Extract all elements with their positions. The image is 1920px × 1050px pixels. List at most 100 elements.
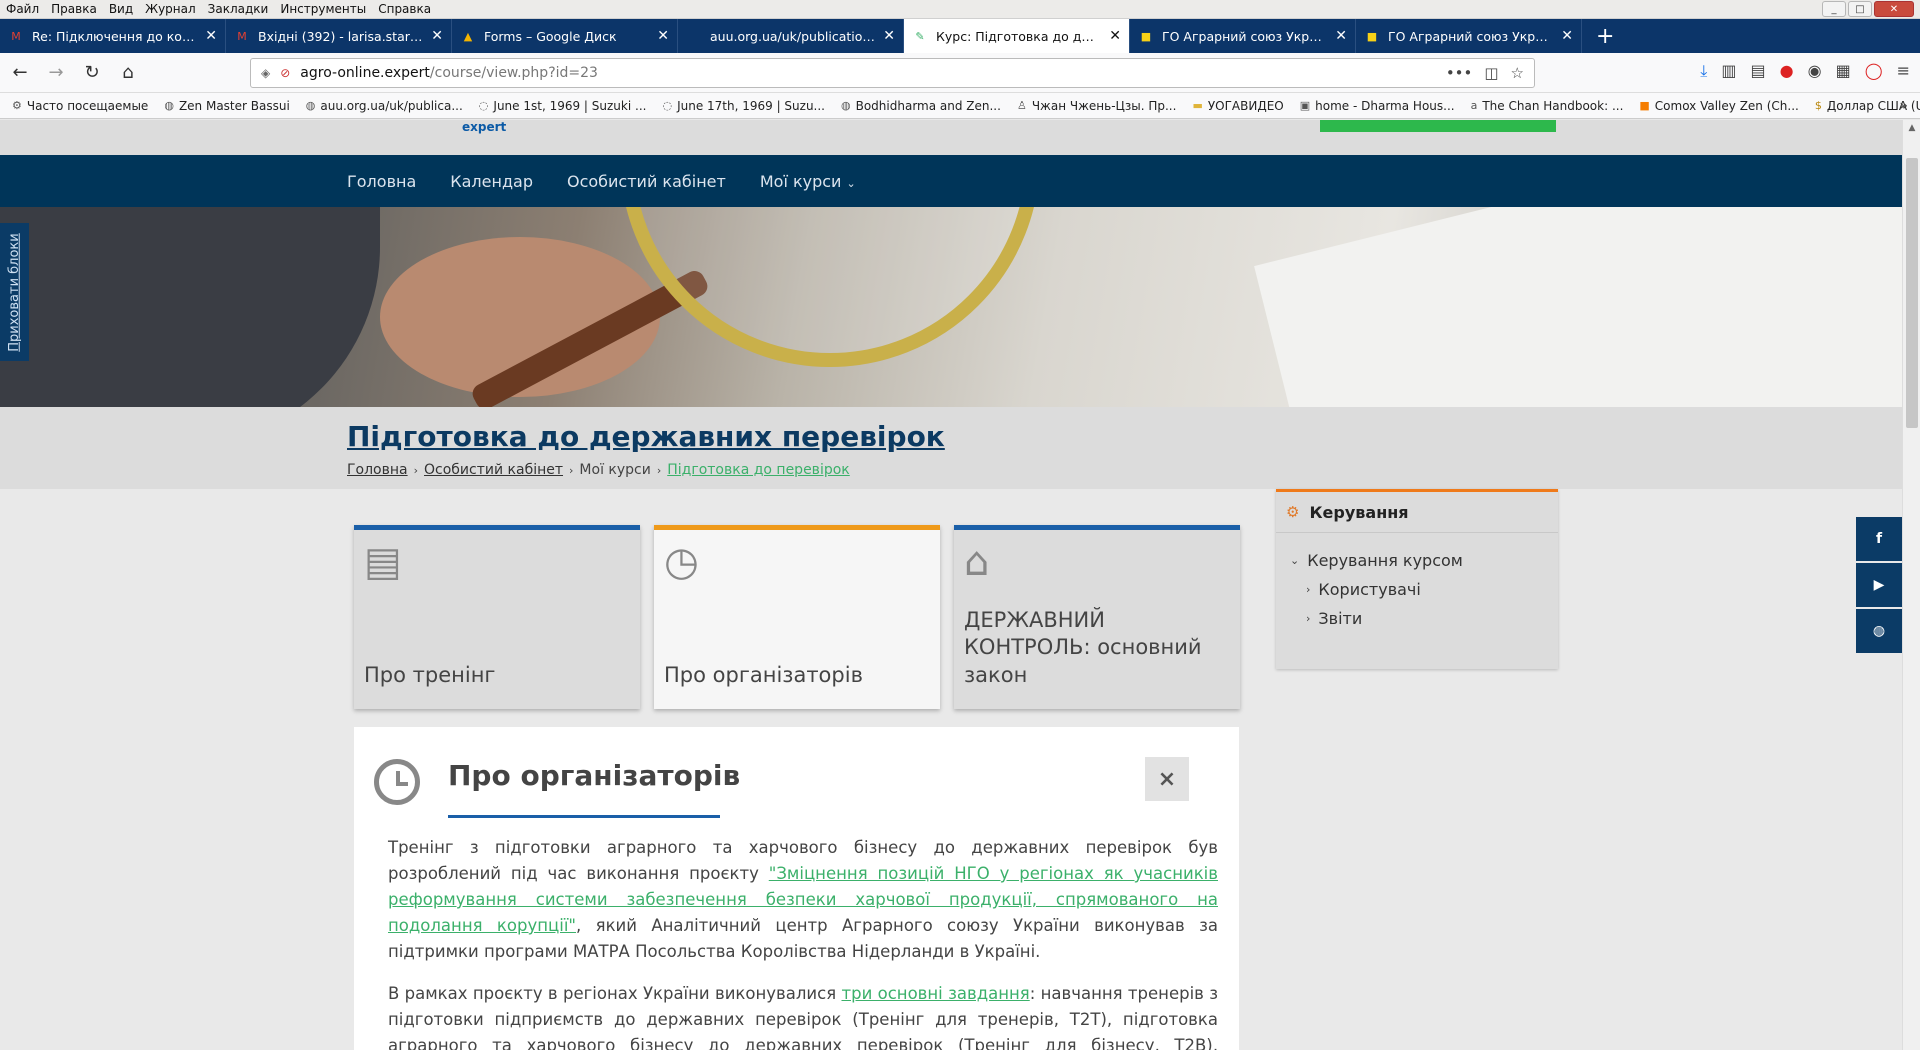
bookmark-item[interactable]: ⚙ Часто посещаемые: [12, 99, 148, 113]
toolbar-icons: ⤓ ▥ ▤ ● ◉ ▦ ◯ ≡: [1700, 61, 1910, 81]
extension-icon[interactable]: ▦: [1836, 61, 1851, 81]
tree-course-admin[interactable]: ⌄ Керування курсом: [1290, 551, 1558, 570]
browser-tab-active[interactable]: ✎ Курс: Підготовка до державних ✕: [904, 19, 1130, 53]
bookmark-item[interactable]: ▬ УОГАВИДЕО: [1192, 99, 1283, 113]
maximize-button[interactable]: □: [1848, 1, 1872, 17]
leaf-icon: ✎: [915, 29, 925, 43]
close-icon[interactable]: ✕: [205, 28, 217, 44]
download-icon[interactable]: ⤓: [1700, 61, 1707, 81]
bookmark-item[interactable]: a The Chan Handbook: ...: [1471, 99, 1624, 113]
close-icon[interactable]: ✕: [1335, 28, 1347, 44]
menu-view[interactable]: Вид: [103, 2, 139, 16]
close-icon[interactable]: ✕: [1561, 28, 1573, 44]
bookmark-item[interactable]: ◍ Bodhidharma and Zen...: [841, 99, 1001, 113]
menu-tools[interactable]: Инструменты: [274, 2, 372, 16]
home-icon[interactable]: ⌂: [112, 57, 144, 89]
close-button[interactable]: ×: [1145, 757, 1189, 801]
globe-icon[interactable]: ◍: [1856, 609, 1902, 653]
window-menu-bar: Файл Правка Вид Журнал Закладки Инструме…: [0, 0, 1920, 19]
browser-tab[interactable]: ■ ГО Аграрний союз України ✕: [1356, 19, 1582, 53]
minimize-button[interactable]: _: [1822, 1, 1846, 17]
bookmarks-overflow-icon[interactable]: »: [1899, 98, 1908, 114]
tab-label: Вхідні (392) - larisa.starikova@gmail: [258, 28, 423, 44]
menu-history[interactable]: Журнал: [139, 2, 202, 16]
url-bar[interactable]: ◈ ⊘ agro-online.expert/course/view.php?i…: [250, 58, 1535, 88]
new-tab-button[interactable]: +: [1582, 19, 1628, 53]
menu-edit[interactable]: Правка: [45, 2, 103, 16]
bookmark-label: Bodhidharma and Zen...: [855, 98, 1001, 113]
close-icon[interactable]: ✕: [1109, 28, 1121, 44]
tile-about-organizers[interactable]: ◷ Про організаторів: [654, 525, 940, 709]
menu-file[interactable]: Файл: [0, 2, 45, 16]
reload-icon[interactable]: ↻: [76, 57, 108, 89]
nav-home[interactable]: Головна: [347, 172, 416, 191]
window-close-button[interactable]: ✕: [1874, 1, 1914, 17]
tile-label: ДЕРЖАВНИЙ КОНТРОЛЬ: основний закон: [964, 608, 1202, 687]
browser-tab[interactable]: M Re: Підключення до конференції ✕: [0, 19, 226, 53]
breadcrumb-home[interactable]: Головна: [347, 462, 408, 478]
bookmark-item[interactable]: ◍ auu.org.ua/uk/publica...: [306, 99, 463, 113]
browser-tab[interactable]: ■ ГО Аграрний союз України ✕: [1130, 19, 1356, 53]
title-band: [0, 407, 1902, 489]
forward-arrow-icon[interactable]: →: [40, 57, 72, 89]
hamburger-menu-icon[interactable]: ≡: [1897, 61, 1910, 81]
browser-tab[interactable]: ▲ Forms – Google Диск ✕: [452, 19, 678, 53]
tree-label: Користувачі: [1318, 580, 1421, 599]
tile-about-training[interactable]: ▤ Про тренінг: [354, 525, 640, 709]
bookmark-item[interactable]: ◌ June 17th, 1969 | Suzu...: [662, 99, 825, 113]
youtube-icon[interactable]: ▶: [1856, 563, 1902, 607]
bookmark-label: June 1st, 1969 | Suzuki ...: [493, 98, 647, 113]
header-green-button[interactable]: [1320, 120, 1556, 132]
library-icon[interactable]: ▥: [1721, 61, 1736, 81]
breadcrumb-dashboard[interactable]: Особистий кабінет: [424, 462, 563, 478]
bookmark-item[interactable]: ▣ home - Dharma Hous...: [1300, 99, 1455, 113]
page-title[interactable]: Підготовка до державних перевірок: [347, 420, 945, 453]
nav-dashboard[interactable]: Особистий кабінет: [567, 172, 726, 191]
loading-icon: ◌: [478, 99, 489, 112]
hide-blocks-tab[interactable]: Приховати блоки: [0, 223, 29, 361]
nav-my-courses[interactable]: Мої курси ⌄: [760, 172, 856, 191]
breadcrumb-current[interactable]: Підготовка до перевірок: [667, 462, 850, 478]
menu-help[interactable]: Справка: [372, 2, 437, 16]
more-actions-icon[interactable]: •••: [1446, 64, 1473, 82]
account-icon[interactable]: ◉: [1808, 61, 1822, 81]
gmail-icon: M: [237, 29, 247, 43]
close-icon[interactable]: ✕: [431, 28, 443, 44]
chevron-down-icon: ⌄: [846, 176, 856, 190]
clock-icon: [374, 759, 420, 805]
bookmark-star-icon[interactable]: ☆: [1511, 64, 1524, 82]
tasks-link[interactable]: три основні завдання: [841, 984, 1029, 1003]
tree-reports[interactable]: › Звіти: [1290, 609, 1558, 628]
bookmarks-bar: ⚙ Часто посещаемые ◍ Zen Master Bassui ◍ au…: [0, 93, 1920, 119]
page-scrollbar[interactable]: ▲: [1902, 120, 1920, 1050]
hero-sleeve: [0, 207, 380, 407]
back-arrow-icon[interactable]: ←: [4, 57, 36, 89]
facebook-icon[interactable]: f: [1856, 517, 1902, 561]
tree-users[interactable]: › Користувачі: [1290, 580, 1558, 599]
close-icon[interactable]: ✕: [883, 28, 895, 44]
site-logo[interactable]: expert: [462, 120, 506, 134]
browser-tab[interactable]: M Вхідні (392) - larisa.starikova@gmail …: [226, 19, 452, 53]
bookmark-item[interactable]: ♙ Чжан Чжень-Цзы. Пр...: [1017, 99, 1176, 113]
bookmark-item[interactable]: ■ Comox Valley Zen (Ch...: [1639, 99, 1798, 113]
lock-icon[interactable]: ⊘: [280, 66, 290, 80]
window-controls: _ □ ✕: [1822, 1, 1914, 17]
chevron-right-icon: ›: [413, 463, 419, 477]
tile-state-control[interactable]: ⌂ ДЕРЖАВНИЙ КОНТРОЛЬ: основний закон: [954, 525, 1240, 709]
text: В рамках проєкту в регіонах України вико…: [388, 984, 842, 1003]
adblock-icon[interactable]: ●: [1780, 61, 1794, 81]
bookmark-item[interactable]: ◍ Zen Master Bassui: [164, 99, 289, 113]
gear-icon: ⚙: [12, 99, 22, 112]
bookmark-item[interactable]: ◌ June 1st, 1969 | Suzuki ...: [479, 99, 647, 113]
loading-icon: ◌: [662, 99, 673, 112]
pocket-icon[interactable]: ◫: [1484, 64, 1498, 82]
browser-tab[interactable]: auu.org.ua/uk/publications/list/ ✕: [678, 19, 904, 53]
close-icon[interactable]: ✕: [657, 28, 669, 44]
nav-calendar[interactable]: Календар: [450, 172, 533, 191]
menu-bookmarks[interactable]: Закладки: [202, 2, 275, 16]
opera-icon[interactable]: ◯: [1865, 61, 1883, 81]
shield-icon[interactable]: ◈: [261, 66, 270, 80]
reader-view-icon[interactable]: ▤: [1751, 61, 1766, 81]
scrollbar-thumb[interactable]: [1906, 158, 1918, 428]
scroll-up-icon[interactable]: ▲: [1903, 120, 1920, 136]
